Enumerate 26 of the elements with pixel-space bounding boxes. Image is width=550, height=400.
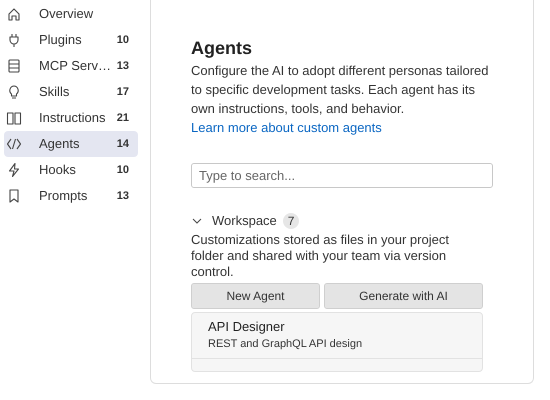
sidebar-item[interactable]: Prompts 13 — [4, 183, 138, 209]
sidebar-item[interactable]: Hooks 10 — [4, 157, 138, 183]
sidebar-item[interactable]: Skills 17 — [4, 79, 138, 105]
section-description: Customizations stored as files in your project folder and shared with your team via version control. — [191, 232, 450, 280]
home-icon — [6, 6, 22, 22]
action-button[interactable]: New Agent — [191, 283, 320, 309]
sidebar-item[interactable]: MCP Serv… 13 — [4, 53, 138, 79]
learn-more-link[interactable]: Learn more about custom agents — [191, 118, 382, 137]
action-button[interactable]: Generate with AI — [324, 283, 483, 309]
agent-description: REST and GraphQL API design — [208, 337, 364, 352]
sidebar-item[interactable]: Instructions 21 — [4, 105, 138, 131]
agent-name: API Designer — [208, 318, 286, 336]
code-icon — [6, 136, 22, 152]
server-icon — [6, 58, 22, 74]
book-icon — [6, 110, 22, 126]
sidebar-item[interactable]: Plugins 10 — [4, 27, 138, 53]
page-title: Agents — [191, 37, 254, 59]
section-toggle[interactable]: Workspace — [191, 211, 277, 231]
search-field[interactable]: Type to search... — [191, 163, 493, 188]
sidebar-item[interactable]: Agents 14 — [4, 131, 138, 157]
chevron-icon — [192, 216, 202, 226]
lightbulb-icon — [6, 84, 22, 100]
lightning-icon — [6, 162, 22, 178]
description-text: Configure the AI to adopt different personas tailored to specific development tasks. Each agent has its own instructions, tools, and behavior. — [191, 62, 490, 118]
count-badge: 7 — [282, 213, 300, 229]
sidebar-item[interactable]: Overview — [4, 1, 138, 27]
